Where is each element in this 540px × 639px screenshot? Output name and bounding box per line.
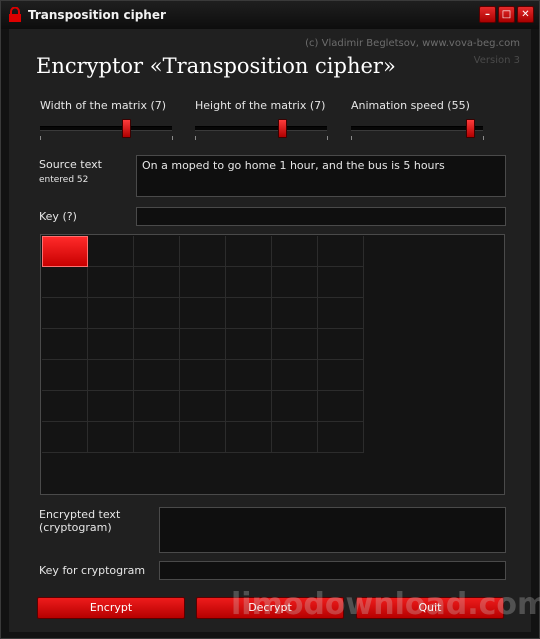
matrix-cell bbox=[42, 391, 88, 422]
matrix-cell bbox=[226, 329, 272, 360]
matrix-cell bbox=[88, 391, 134, 422]
slider-tick bbox=[351, 136, 352, 140]
cryptogram-key-label: Key for cryptogram bbox=[39, 564, 146, 577]
matrix-cell bbox=[318, 329, 364, 360]
speed-slider-ticks bbox=[351, 136, 484, 140]
matrix-cell bbox=[272, 267, 318, 298]
matrix-cell bbox=[318, 267, 364, 298]
matrix-cell bbox=[318, 236, 364, 267]
slider-tick bbox=[483, 136, 484, 140]
matrix-cell bbox=[134, 267, 180, 298]
source-text-label: Source text bbox=[39, 158, 102, 171]
matrix-cell bbox=[272, 329, 318, 360]
matrix-cell bbox=[272, 236, 318, 267]
matrix-cell bbox=[134, 391, 180, 422]
matrix-cell bbox=[180, 298, 226, 329]
matrix-cell bbox=[226, 391, 272, 422]
matrix-cell bbox=[42, 267, 88, 298]
matrix-cell bbox=[318, 422, 364, 453]
matrix-cell bbox=[88, 267, 134, 298]
matrix-cell bbox=[272, 391, 318, 422]
version-text: Version 3 bbox=[473, 55, 520, 66]
slider-tick bbox=[195, 136, 196, 140]
matrix-cell bbox=[226, 298, 272, 329]
matrix-cell bbox=[180, 391, 226, 422]
matrix-cell bbox=[226, 236, 272, 267]
key-input[interactable] bbox=[136, 207, 506, 226]
matrix-panel bbox=[40, 234, 505, 495]
width-slider-ticks bbox=[40, 136, 173, 140]
encrypted-text-output[interactable] bbox=[159, 507, 506, 553]
source-count-label: entered 52 bbox=[39, 175, 89, 185]
matrix-cell bbox=[318, 298, 364, 329]
lock-icon bbox=[9, 7, 21, 22]
matrix-cell bbox=[88, 298, 134, 329]
maximize-button[interactable]: □ bbox=[498, 6, 515, 23]
speed-slider[interactable] bbox=[351, 119, 483, 138]
page-title: Encryptor «Transposition cipher» bbox=[36, 54, 396, 78]
matrix-cell bbox=[226, 360, 272, 391]
matrix-cell bbox=[134, 422, 180, 453]
cryptogram-key-input[interactable] bbox=[159, 561, 506, 580]
matrix-cell bbox=[134, 360, 180, 391]
matrix-cell bbox=[272, 298, 318, 329]
source-text-input[interactable]: On a moped to go home 1 hour, and the bu… bbox=[136, 155, 506, 197]
matrix-cell bbox=[88, 422, 134, 453]
close-button[interactable]: ✕ bbox=[517, 6, 534, 23]
quit-button[interactable]: Quit bbox=[356, 597, 504, 619]
encrypt-button[interactable]: Encrypt bbox=[37, 597, 185, 619]
slider-tick bbox=[40, 136, 41, 140]
matrix-cell bbox=[180, 236, 226, 267]
width-slider-label: Width of the matrix (7) bbox=[40, 99, 167, 112]
matrix-cell bbox=[180, 329, 226, 360]
matrix-cell bbox=[88, 360, 134, 391]
matrix-cell bbox=[318, 360, 364, 391]
matrix-cell bbox=[42, 329, 88, 360]
matrix-cell bbox=[180, 422, 226, 453]
encrypted-text-label: Encrypted text bbox=[39, 508, 121, 521]
decrypt-button[interactable]: Decrypt bbox=[196, 597, 344, 619]
matrix-cell bbox=[318, 391, 364, 422]
matrix-cell bbox=[272, 360, 318, 391]
cryptogram-label: (cryptogram) bbox=[39, 521, 112, 534]
matrix-cell bbox=[42, 360, 88, 391]
matrix-cell bbox=[180, 267, 226, 298]
client-area: (c) Vladimir Begletsov, www.vova-beg.com… bbox=[9, 29, 540, 632]
matrix-cell bbox=[88, 329, 134, 360]
height-slider-ticks bbox=[195, 136, 328, 140]
slider-tick bbox=[327, 136, 328, 140]
copyright-text: (c) Vladimir Begletsov, www.vova-beg.com bbox=[305, 38, 520, 49]
title-bar[interactable]: Transposition cipher – □ ✕ bbox=[1, 1, 539, 29]
speed-slider-label: Animation speed (55) bbox=[351, 99, 470, 112]
matrix-cell bbox=[272, 422, 318, 453]
key-label: Key (?) bbox=[39, 210, 77, 223]
height-slider-label: Height of the matrix (7) bbox=[195, 99, 326, 112]
matrix-cell bbox=[134, 329, 180, 360]
matrix-cell bbox=[134, 236, 180, 267]
window-title: Transposition cipher bbox=[28, 8, 166, 22]
minimize-button[interactable]: – bbox=[479, 6, 496, 23]
app-window: Transposition cipher – □ ✕ (c) Vladimir … bbox=[0, 0, 540, 639]
matrix-cell bbox=[88, 236, 134, 267]
matrix-cell bbox=[42, 298, 88, 329]
matrix-cell bbox=[226, 422, 272, 453]
width-slider[interactable] bbox=[40, 119, 172, 138]
slider-tick bbox=[172, 136, 173, 140]
matrix-cell bbox=[226, 267, 272, 298]
matrix-cell bbox=[134, 298, 180, 329]
height-slider[interactable] bbox=[195, 119, 327, 138]
matrix-cell bbox=[42, 422, 88, 453]
matrix-cell bbox=[42, 236, 88, 267]
matrix-cell bbox=[180, 360, 226, 391]
